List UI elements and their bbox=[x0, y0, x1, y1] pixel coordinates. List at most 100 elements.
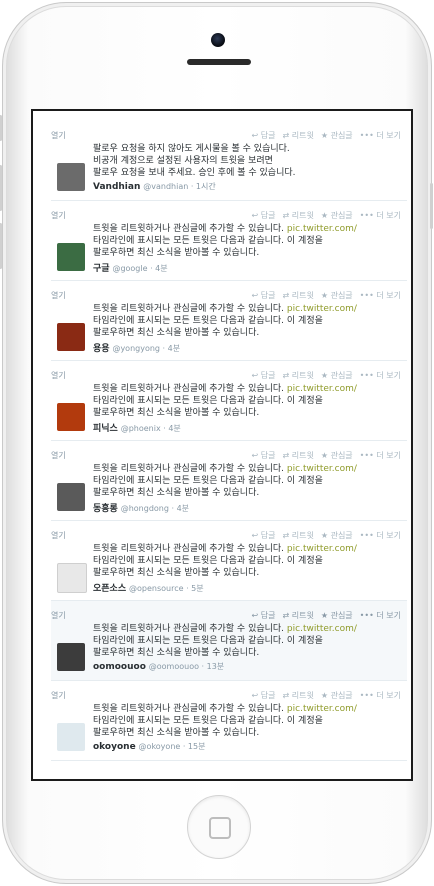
expand-link[interactable]: 열기 bbox=[51, 450, 66, 461]
tweet-item[interactable]: 열기 ↩ 답글 ⇄ 리트윗 ★ 관심글 ••• 더 보기 트윗을 리트윗하거나 … bbox=[51, 361, 407, 441]
reply-button[interactable]: ↩ 답글 bbox=[252, 450, 276, 461]
more-label: 더 보기 bbox=[376, 290, 401, 300]
favorite-button[interactable]: ★ 관심글 bbox=[321, 210, 353, 221]
author-handle[interactable]: @oomoouoo · 13분 bbox=[149, 662, 224, 671]
author-handle[interactable]: @hongdong · 4분 bbox=[121, 504, 189, 513]
expand-link[interactable]: 열기 bbox=[51, 290, 66, 301]
avatar[interactable] bbox=[57, 323, 85, 351]
tweet-line: 타임라인에 표시되는 모든 트윗은 다음과 같습니다. 이 계정을 bbox=[93, 716, 323, 726]
more-button[interactable]: ••• 더 보기 bbox=[360, 450, 401, 461]
favorite-button[interactable]: ★ 관심글 bbox=[321, 130, 353, 141]
tweet-link[interactable]: pic.twitter.com/ bbox=[287, 384, 357, 394]
author-handle[interactable]: @vandhian · 1시간 bbox=[143, 182, 216, 191]
author-handle[interactable]: @okoyone · 15분 bbox=[139, 742, 206, 751]
tweet-link[interactable]: pic.twitter.com/ bbox=[287, 624, 357, 634]
retweet-button[interactable]: ⇄ 리트윗 bbox=[283, 130, 314, 141]
tweet-item[interactable]: 열기 ↩ 답글 ⇄ 리트윗 ★ 관심글 ••• 더 보기 트윗을 리트윗하거나 … bbox=[51, 441, 407, 521]
earpiece-speaker bbox=[187, 59, 251, 65]
avatar[interactable] bbox=[57, 483, 85, 511]
reply-button[interactable]: ↩ 답글 bbox=[252, 690, 276, 701]
author-name[interactable]: 동흥롱 bbox=[93, 504, 118, 514]
retweet-button[interactable]: ⇄ 리트윗 bbox=[283, 210, 314, 221]
more-button[interactable]: ••• 더 보기 bbox=[360, 610, 401, 621]
author-handle[interactable]: @google · 4분 bbox=[112, 264, 167, 273]
tweet-text: 트윗을 리트윗하거나 관심글에 추가할 수 있습니다. pic.twitter.… bbox=[93, 543, 401, 579]
author-name[interactable]: oomoouoo bbox=[93, 662, 146, 672]
favorite-button[interactable]: ★ 관심글 bbox=[321, 530, 353, 541]
reply-label: 답글 bbox=[260, 210, 276, 220]
tweet-item[interactable]: 열기 ↩ 답글 ⇄ 리트윗 ★ 관심글 ••• 더 보기 트윗을 리트윗하거나 … bbox=[51, 521, 407, 601]
tweet-item-highlighted[interactable]: 열기 ↩ 답글 ⇄ 리트윗 ★ 관심글 ••• 더 보기 트윗을 리트윗하거나 … bbox=[51, 601, 407, 681]
reply-button[interactable]: ↩ 답글 bbox=[252, 290, 276, 301]
author-name[interactable]: 피닉스 bbox=[93, 424, 118, 434]
screen: 열기 ↩ 답글 ⇄ 리트윗 ★ 관심글 ••• 더 보기 팔로우 요청을 하지 … bbox=[31, 109, 413, 781]
tweet-author[interactable]: 구글 @google · 4분 bbox=[93, 261, 168, 274]
avatar[interactable] bbox=[57, 723, 85, 751]
reply-button[interactable]: ↩ 답글 bbox=[252, 530, 276, 541]
favorite-button[interactable]: ★ 관심글 bbox=[321, 290, 353, 301]
expand-link[interactable]: 열기 bbox=[51, 210, 66, 221]
retweet-button[interactable]: ⇄ 리트윗 bbox=[283, 690, 314, 701]
author-handle[interactable]: @yongyong · 4분 bbox=[112, 344, 180, 353]
tweet-line: 팔로우하면 최신 소식을 받아볼 수 있습니다. bbox=[93, 248, 260, 258]
expand-link[interactable]: 열기 bbox=[51, 690, 66, 701]
tweet-link[interactable]: pic.twitter.com/ bbox=[287, 224, 357, 234]
retweet-button[interactable]: ⇄ 리트윗 bbox=[283, 370, 314, 381]
tweet-author[interactable]: okoyone @okoyone · 15분 bbox=[93, 741, 205, 752]
avatar[interactable] bbox=[57, 563, 87, 593]
tweet-link[interactable]: pic.twitter.com/ bbox=[287, 544, 357, 554]
author-name[interactable]: Vandhian bbox=[93, 182, 140, 192]
tweet-text: 트윗을 리트윗하거나 관심글에 추가할 수 있습니다. pic.twitter.… bbox=[93, 383, 401, 419]
reply-button[interactable]: ↩ 답글 bbox=[252, 130, 276, 141]
reply-label: 답글 bbox=[260, 370, 276, 380]
avatar[interactable] bbox=[57, 403, 85, 431]
more-button[interactable]: ••• 더 보기 bbox=[360, 530, 401, 541]
tweet-author[interactable]: oomoouoo @oomoouoo · 13분 bbox=[93, 661, 224, 672]
tweet-author[interactable]: 오픈소스 @opensource · 5분 bbox=[93, 581, 204, 594]
more-button[interactable]: ••• 더 보기 bbox=[360, 370, 401, 381]
home-button[interactable] bbox=[187, 795, 251, 859]
retweet-button[interactable]: ⇄ 리트윗 bbox=[283, 450, 314, 461]
author-name[interactable]: 용용 bbox=[93, 344, 110, 354]
tweet-author[interactable]: 용용 @yongyong · 4분 bbox=[93, 341, 180, 354]
author-name[interactable]: 구글 bbox=[93, 264, 110, 274]
tweet-line: 타임라인에 표시되는 모든 트윗은 다음과 같습니다. 이 계정을 bbox=[93, 556, 323, 566]
tweet-link[interactable]: pic.twitter.com/ bbox=[287, 304, 357, 314]
reply-button[interactable]: ↩ 답글 bbox=[252, 370, 276, 381]
favorite-button[interactable]: ★ 관심글 bbox=[321, 370, 353, 381]
retweet-button[interactable]: ⇄ 리트윗 bbox=[283, 530, 314, 541]
tweet-line: 팔로우하면 최신 소식을 받아볼 수 있습니다. bbox=[93, 408, 260, 418]
more-button[interactable]: ••• 더 보기 bbox=[360, 290, 401, 301]
favorite-button[interactable]: ★ 관심글 bbox=[321, 690, 353, 701]
expand-link[interactable]: 열기 bbox=[51, 130, 66, 141]
tweet-author[interactable]: 동흥롱 @hongdong · 4분 bbox=[93, 501, 189, 514]
tweet-link[interactable]: pic.twitter.com/ bbox=[287, 464, 357, 474]
author-name[interactable]: okoyone bbox=[93, 742, 136, 752]
more-button[interactable]: ••• 더 보기 bbox=[360, 210, 401, 221]
tweet-item[interactable]: 열기 ↩ 답글 ⇄ 리트윗 ★ 관심글 ••• 더 보기 트윗을 리트윗하거나 … bbox=[51, 201, 407, 281]
retweet-button[interactable]: ⇄ 리트윗 bbox=[283, 290, 314, 301]
favorite-button[interactable]: ★ 관심글 bbox=[321, 610, 353, 621]
favorite-button[interactable]: ★ 관심글 bbox=[321, 450, 353, 461]
retweet-button[interactable]: ⇄ 리트윗 bbox=[283, 610, 314, 621]
avatar[interactable] bbox=[57, 643, 85, 671]
reply-button[interactable]: ↩ 답글 bbox=[252, 210, 276, 221]
more-button[interactable]: ••• 더 보기 bbox=[360, 130, 401, 141]
expand-link[interactable]: 열기 bbox=[51, 530, 66, 541]
tweet-item[interactable]: 열기 ↩ 답글 ⇄ 리트윗 ★ 관심글 ••• 더 보기 트윗을 리트윗하거나 … bbox=[51, 681, 407, 761]
tweet-author[interactable]: 피닉스 @phoenix · 4분 bbox=[93, 421, 181, 434]
tweet-author[interactable]: Vandhian @vandhian · 1시간 bbox=[93, 181, 216, 192]
author-handle[interactable]: @phoenix · 4분 bbox=[121, 424, 181, 433]
tweet-item[interactable]: 열기 ↩ 답글 ⇄ 리트윗 ★ 관심글 ••• 더 보기 팔로우 요청을 하지 … bbox=[51, 121, 407, 201]
tweet-link[interactable]: pic.twitter.com/ bbox=[287, 704, 357, 714]
avatar[interactable] bbox=[57, 243, 85, 271]
tweet-text: 트윗을 리트윗하거나 관심글에 추가할 수 있습니다. pic.twitter.… bbox=[93, 703, 401, 739]
author-name[interactable]: 오픈소스 bbox=[93, 584, 126, 594]
expand-link[interactable]: 열기 bbox=[51, 610, 66, 621]
expand-link[interactable]: 열기 bbox=[51, 370, 66, 381]
author-handle[interactable]: @opensource · 5분 bbox=[129, 584, 204, 593]
reply-button[interactable]: ↩ 답글 bbox=[252, 610, 276, 621]
tweet-item[interactable]: 열기 ↩ 답글 ⇄ 리트윗 ★ 관심글 ••• 더 보기 트윗을 리트윗하거나 … bbox=[51, 281, 407, 361]
more-button[interactable]: ••• 더 보기 bbox=[360, 690, 401, 701]
avatar[interactable] bbox=[57, 163, 85, 191]
